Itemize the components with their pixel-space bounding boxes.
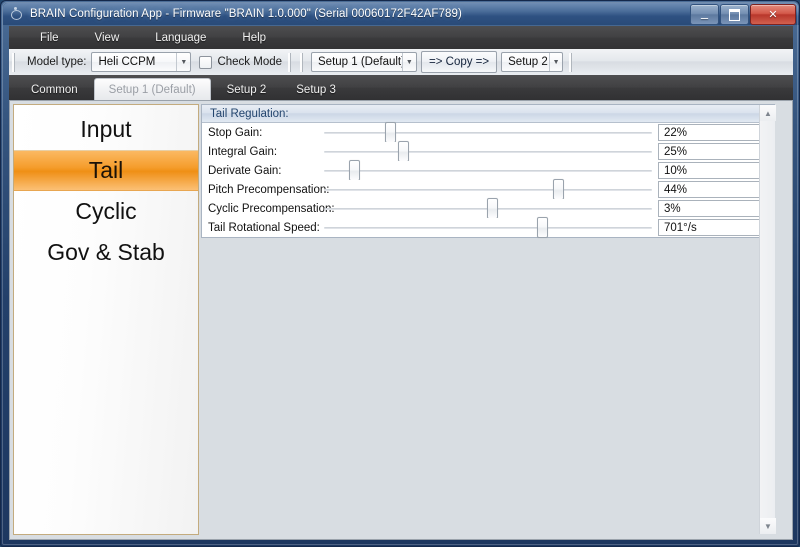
slider-label: Cyclic Precompensation: [208,202,335,215]
model-type-label: Model type: [27,56,87,68]
slider-value-cyclic-precompensation[interactable]: 3% [658,200,770,217]
slider-value-stop-gain[interactable]: 22% [658,124,770,141]
maximize-icon [721,5,748,24]
copy-button[interactable]: => Copy => [421,51,498,73]
slider-tail-rotational-speed[interactable] [324,217,654,238]
tail-regulation-group: Tail Regulation: Stop Gain: 22% Integral… [201,104,775,238]
slider-thumb[interactable] [487,198,499,219]
vertical-scrollbar[interactable]: ▲ ▼ [759,105,776,534]
slider-track[interactable] [324,189,652,191]
maximize-button[interactable] [720,4,749,25]
slider-derivate-gain[interactable] [324,160,654,181]
check-mode-checkbox-wrap[interactable]: Check Mode [199,55,283,69]
menu-item-file[interactable]: File [27,29,72,47]
check-mode-label: Check Mode [217,56,283,68]
menu-item-language[interactable]: Language [142,29,219,47]
slider-label: Derivate Gain: [208,164,282,177]
slider-row-derivate-gain: Derivate Gain: 10% [202,160,774,181]
slider-row-pitch-precompensation: Pitch Precompensation: 44% [202,179,774,200]
slider-track[interactable] [324,170,652,172]
sidebar-item-tail[interactable]: Tail [14,150,198,191]
slider-track[interactable] [324,151,652,153]
client-area: Input Tail Cyclic Gov & Stab Tail Regula… [9,100,793,540]
chevron-down-icon: ▼ [401,53,416,71]
slider-cyclic-precompensation[interactable] [324,198,654,219]
toolbar-grip-copy[interactable] [300,52,306,72]
slider-label: Tail Rotational Speed: [208,221,320,234]
application-window: BRAIN Configuration App - Firmware "BRAI… [0,0,800,547]
slider-row-tail-rotational-speed: Tail Rotational Speed: 701°/s [202,217,774,238]
title-bar: BRAIN Configuration App - Firmware "BRAI… [3,3,799,25]
setup-target-value: Setup 2 [508,56,548,68]
slider-stop-gain[interactable] [324,122,654,143]
slider-track[interactable] [324,132,652,134]
slider-value-integral-gain[interactable]: 25% [658,143,770,160]
minimize-icon: – [700,10,709,25]
close-button[interactable]: ✕ [750,4,796,25]
chevron-down-icon: ▼ [549,53,562,71]
group-title: Tail Regulation: [202,105,774,123]
tab-common[interactable]: Common [17,79,92,100]
toolbar-grip-middle[interactable] [288,52,294,72]
slider-value-tail-rotational-speed[interactable]: 701°/s [658,219,770,236]
toolbar: Model type: Heli CCPM ▼ Check Mode Setup… [9,49,793,76]
sidebar-item-input[interactable]: Input [14,109,198,150]
model-type-value: Heli CCPM [98,56,156,68]
window-title: BRAIN Configuration App - Firmware "BRAI… [30,8,462,20]
slider-label: Stop Gain: [208,126,263,139]
sidebar-item-gov-stab[interactable]: Gov & Stab [14,232,198,273]
slider-thumb[interactable] [398,141,410,162]
window-controls: – ✕ [689,4,796,25]
sidebar-item-cyclic[interactable]: Cyclic [14,191,198,232]
slider-track[interactable] [324,227,652,229]
slider-thumb[interactable] [536,217,548,238]
slider-value-derivate-gain[interactable]: 10% [658,162,770,179]
slider-row-cyclic-precompensation: Cyclic Precompensation: 3% [202,198,774,219]
minimize-button[interactable]: – [690,4,719,25]
toolbar-grip-left[interactable] [12,52,17,72]
copy-toolbar-group: Setup 1 (Default) ▼ => Copy => Setup 2 ▼ [308,50,566,74]
slider-integral-gain[interactable] [324,141,654,162]
chevron-down-icon: ▼ [176,53,190,71]
settings-panel: Tail Regulation: Stop Gain: 22% Integral… [200,104,776,535]
scroll-up-arrow-icon[interactable]: ▲ [760,105,776,121]
tab-setup-1-default[interactable]: Setup 1 (Default) [93,78,211,100]
setup-target-combobox[interactable]: Setup 2 ▼ [501,52,564,72]
tab-setup-3[interactable]: Setup 3 [282,79,350,100]
close-icon: ✕ [768,9,778,21]
slider-thumb[interactable] [348,160,360,181]
model-toolbar-group: Model type: Heli CCPM ▼ Check Mode [20,50,285,74]
menu-bar: File View Language Help [9,26,793,50]
check-mode-checkbox[interactable] [199,55,213,69]
tab-strip: Common Setup 1 (Default) Setup 2 Setup 3 [9,75,793,100]
setup-source-value: Setup 1 (Default) [318,56,402,68]
slider-row-stop-gain: Stop Gain: 22% [202,122,774,143]
slider-thumb[interactable] [385,122,396,143]
model-type-combobox[interactable]: Heli CCPM ▼ [91,52,192,72]
slider-label: Integral Gain: [208,145,278,158]
slider-row-integral-gain: Integral Gain: 25% [202,141,774,162]
sidebar-navigation: Input Tail Cyclic Gov & Stab [13,104,199,535]
slider-thumb[interactable] [553,179,565,200]
slider-value-pitch-precompensation[interactable]: 44% [658,181,770,198]
menu-item-view[interactable]: View [82,29,133,47]
menu-item-help[interactable]: Help [229,29,279,47]
slider-pitch-precompensation[interactable] [324,179,654,200]
system-menu-icon[interactable] [9,7,23,21]
scroll-down-arrow-icon[interactable]: ▼ [760,518,776,534]
setup-source-combobox[interactable]: Setup 1 (Default) ▼ [311,52,418,72]
toolbar-grip-right[interactable] [569,52,575,72]
tab-setup-2[interactable]: Setup 2 [213,79,281,100]
slider-label: Pitch Precompensation: [208,183,330,196]
